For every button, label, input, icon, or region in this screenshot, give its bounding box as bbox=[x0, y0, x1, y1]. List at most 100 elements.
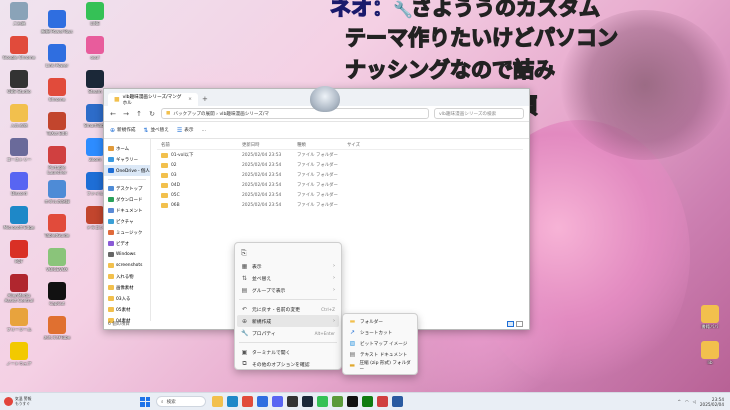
nav-item[interactable]: デスクトップ bbox=[104, 183, 150, 194]
taskbar-search[interactable]: ⌕ 検索 bbox=[156, 396, 206, 407]
wrench-icon: 🔧 bbox=[241, 329, 249, 337]
desktop-icon[interactable]: TabletGuide bbox=[39, 214, 75, 238]
toolbar-item[interactable]: … bbox=[201, 128, 206, 133]
desktop-icon[interactable]: osu! bbox=[77, 36, 113, 60]
refresh-icon[interactable]: ↻ bbox=[148, 110, 156, 118]
submenu-item[interactable]: ▨ ビットマップ イメージ bbox=[343, 338, 417, 349]
desktop-icon[interactable]: PDF bbox=[1, 240, 37, 264]
desktop-icon[interactable]: VOICEVOX bbox=[39, 248, 75, 272]
nav-item[interactable]: ドキュメント bbox=[104, 205, 150, 216]
app2-icon[interactable] bbox=[392, 396, 403, 407]
discord-icon[interactable] bbox=[272, 396, 283, 407]
desktop-icon[interactable]: Chrome bbox=[39, 78, 75, 102]
nav-item[interactable]: ミュージック bbox=[104, 227, 150, 238]
weather-widget[interactable]: 気温 警報 もうすぐ bbox=[0, 396, 140, 406]
nav-item[interactable]: ホーム bbox=[104, 143, 150, 154]
edge-icon[interactable] bbox=[227, 396, 238, 407]
column-header[interactable]: 名前 bbox=[157, 142, 242, 148]
desktop-icon[interactable]: 新規 PowerToys bbox=[39, 10, 75, 34]
nav-item[interactable]: OneDrive - 個人 bbox=[104, 165, 150, 176]
desktop-icon[interactable]: OBS Studio bbox=[1, 70, 37, 94]
table-row[interactable]: 01-vol以下 2025/02/04 23:53 ファイル フォルダー bbox=[157, 150, 523, 160]
address-input[interactable]: ■ バックアップの展開 › vlb趣味漫画シリーズ/マ bbox=[161, 108, 429, 119]
submenu-item[interactable]: ▤ テキスト ドキュメント bbox=[343, 349, 417, 360]
minecraft-icon[interactable] bbox=[332, 396, 343, 407]
chrome-icon[interactable] bbox=[242, 396, 253, 407]
desktop-icon[interactable]: ノートウェア bbox=[1, 342, 37, 366]
nav-item[interactable]: 03入る bbox=[104, 293, 150, 304]
wifi-icon[interactable]: ◠ bbox=[685, 399, 689, 404]
desktop-icon[interactable]: Portable Launcher bbox=[39, 146, 75, 175]
desktop-icon[interactable]: AlienMedia Assist Central bbox=[1, 274, 37, 303]
nav-item[interactable]: ビデオ bbox=[104, 238, 150, 249]
column-header[interactable]: 種類 bbox=[297, 142, 347, 148]
desktop-icon[interactable]: 書籍パパ bbox=[692, 305, 728, 329]
desktop-icon[interactable]: ゴーストリー bbox=[1, 138, 37, 162]
menu-item[interactable]: ↶ 元に戻す - 名前の変更 Ctrl+Z bbox=[235, 303, 341, 315]
nav-item[interactable]: ギャラリー bbox=[104, 154, 150, 165]
obs-icon[interactable] bbox=[287, 396, 298, 407]
desktop-icon[interactable]: Microsoft Edge bbox=[1, 206, 37, 230]
table-row[interactable]: 06B 2025/02/04 23:54 ファイル フォルダー bbox=[157, 200, 523, 210]
details-view-icon[interactable] bbox=[507, 321, 514, 327]
submenu-item[interactable]: ▬ フォルダー bbox=[343, 316, 417, 327]
chevron-up-icon[interactable]: ^ bbox=[677, 399, 681, 404]
desktop-icon[interactable]: ごみ箱 bbox=[1, 2, 37, 26]
nav-item[interactable]: 入れる物 bbox=[104, 271, 150, 282]
paste-icon[interactable]: ⎘ bbox=[241, 249, 247, 258]
app-icon[interactable] bbox=[377, 396, 388, 407]
nav-item[interactable]: ダウンロード bbox=[104, 194, 150, 205]
volume-icon[interactable]: ◁ bbox=[693, 399, 696, 404]
clock[interactable]: 23:54 2025/02/04 bbox=[700, 397, 724, 407]
desktop-icon[interactable]: Discord bbox=[1, 172, 37, 196]
submenu-item[interactable]: ↗ ショートカット bbox=[343, 327, 417, 338]
desktop-icon[interactable]: TeXst Edit bbox=[39, 112, 75, 136]
search-input[interactable]: vlb趣味漫画シリーズの検索 bbox=[434, 108, 524, 119]
capcut-icon[interactable] bbox=[347, 396, 358, 407]
menu-item[interactable]: ⇅ 並べ替え › bbox=[235, 272, 341, 284]
menu-item[interactable]: ▣ ターミナルで開く bbox=[235, 346, 341, 358]
desktop-icon[interactable]: lib bbox=[692, 341, 728, 365]
desktop-icon[interactable]: LINE bbox=[77, 2, 113, 26]
start-button[interactable] bbox=[140, 396, 150, 407]
toolbar-item[interactable]: ☰ 表示 bbox=[177, 127, 194, 134]
table-row[interactable]: 05C 2025/02/04 23:54 ファイル フォルダー bbox=[157, 190, 523, 200]
desktop-icon[interactable]: Google Chrome bbox=[1, 36, 37, 60]
store-icon[interactable] bbox=[257, 396, 268, 407]
menu-item[interactable]: ⧉ その他のオプションを確認 bbox=[235, 358, 341, 370]
line-icon[interactable] bbox=[317, 396, 328, 407]
table-row[interactable]: 03 2025/02/04 23:54 ファイル フォルダー bbox=[157, 170, 523, 180]
column-header[interactable]: 更新日時 bbox=[242, 142, 297, 148]
steam-icon[interactable] bbox=[302, 396, 313, 407]
toolbar-item[interactable]: ⊕ 新規作成 bbox=[110, 127, 135, 134]
explorer-icon[interactable] bbox=[212, 396, 223, 407]
up-icon[interactable]: ↑ bbox=[135, 110, 143, 118]
nav-item[interactable]: 画像素材 bbox=[104, 282, 150, 293]
table-row[interactable]: 04D 2025/02/04 23:54 ファイル フォルダー bbox=[157, 180, 523, 190]
nav-item[interactable]: ピクチャ bbox=[104, 216, 150, 227]
desktop-icon[interactable]: 入れる物 bbox=[1, 104, 37, 128]
desktop-icon[interactable]: おむすびTube bbox=[39, 316, 75, 340]
back-icon[interactable]: ← bbox=[109, 110, 117, 118]
nav-item[interactable]: Windows bbox=[104, 249, 150, 260]
new-tab-button[interactable]: + bbox=[202, 95, 208, 103]
xbox-icon[interactable] bbox=[362, 396, 373, 407]
menu-item[interactable]: 🔧 プロパティ Alt+Enter bbox=[235, 327, 341, 339]
desktop-icon[interactable]: ホタルの記録 bbox=[39, 180, 75, 204]
tiles-view-icon[interactable] bbox=[516, 321, 523, 327]
nav-item[interactable]: screenshots bbox=[104, 260, 150, 271]
menu-item[interactable]: ▤ グループで表示 › bbox=[235, 284, 341, 296]
menu-item[interactable]: ⊕ 新規作成 › bbox=[237, 315, 339, 327]
column-header[interactable]: サイズ bbox=[347, 142, 387, 148]
table-row[interactable]: 02 2025/02/04 23:54 ファイル フォルダー bbox=[157, 160, 523, 170]
forward-icon[interactable]: → bbox=[122, 110, 130, 118]
nav-item[interactable]: 05素材 bbox=[104, 304, 150, 315]
menu-item[interactable]: ▦ 表示 › bbox=[235, 260, 341, 272]
desktop-icon[interactable]: フリーツール bbox=[1, 308, 37, 332]
submenu-item[interactable]: ▬ 圧縮 (zip 形式) フォルダー bbox=[343, 360, 417, 372]
toolbar-item[interactable]: ⇅ 並べ替え bbox=[143, 127, 168, 134]
desktop-icon[interactable]: Link Power bbox=[39, 44, 75, 68]
explorer-tab[interactable]: ■ vlb趣味漫画シリーズ/マングホル × bbox=[108, 93, 198, 106]
desktop-icon[interactable]: CapCut bbox=[39, 282, 75, 306]
close-tab-icon[interactable]: × bbox=[188, 97, 192, 102]
